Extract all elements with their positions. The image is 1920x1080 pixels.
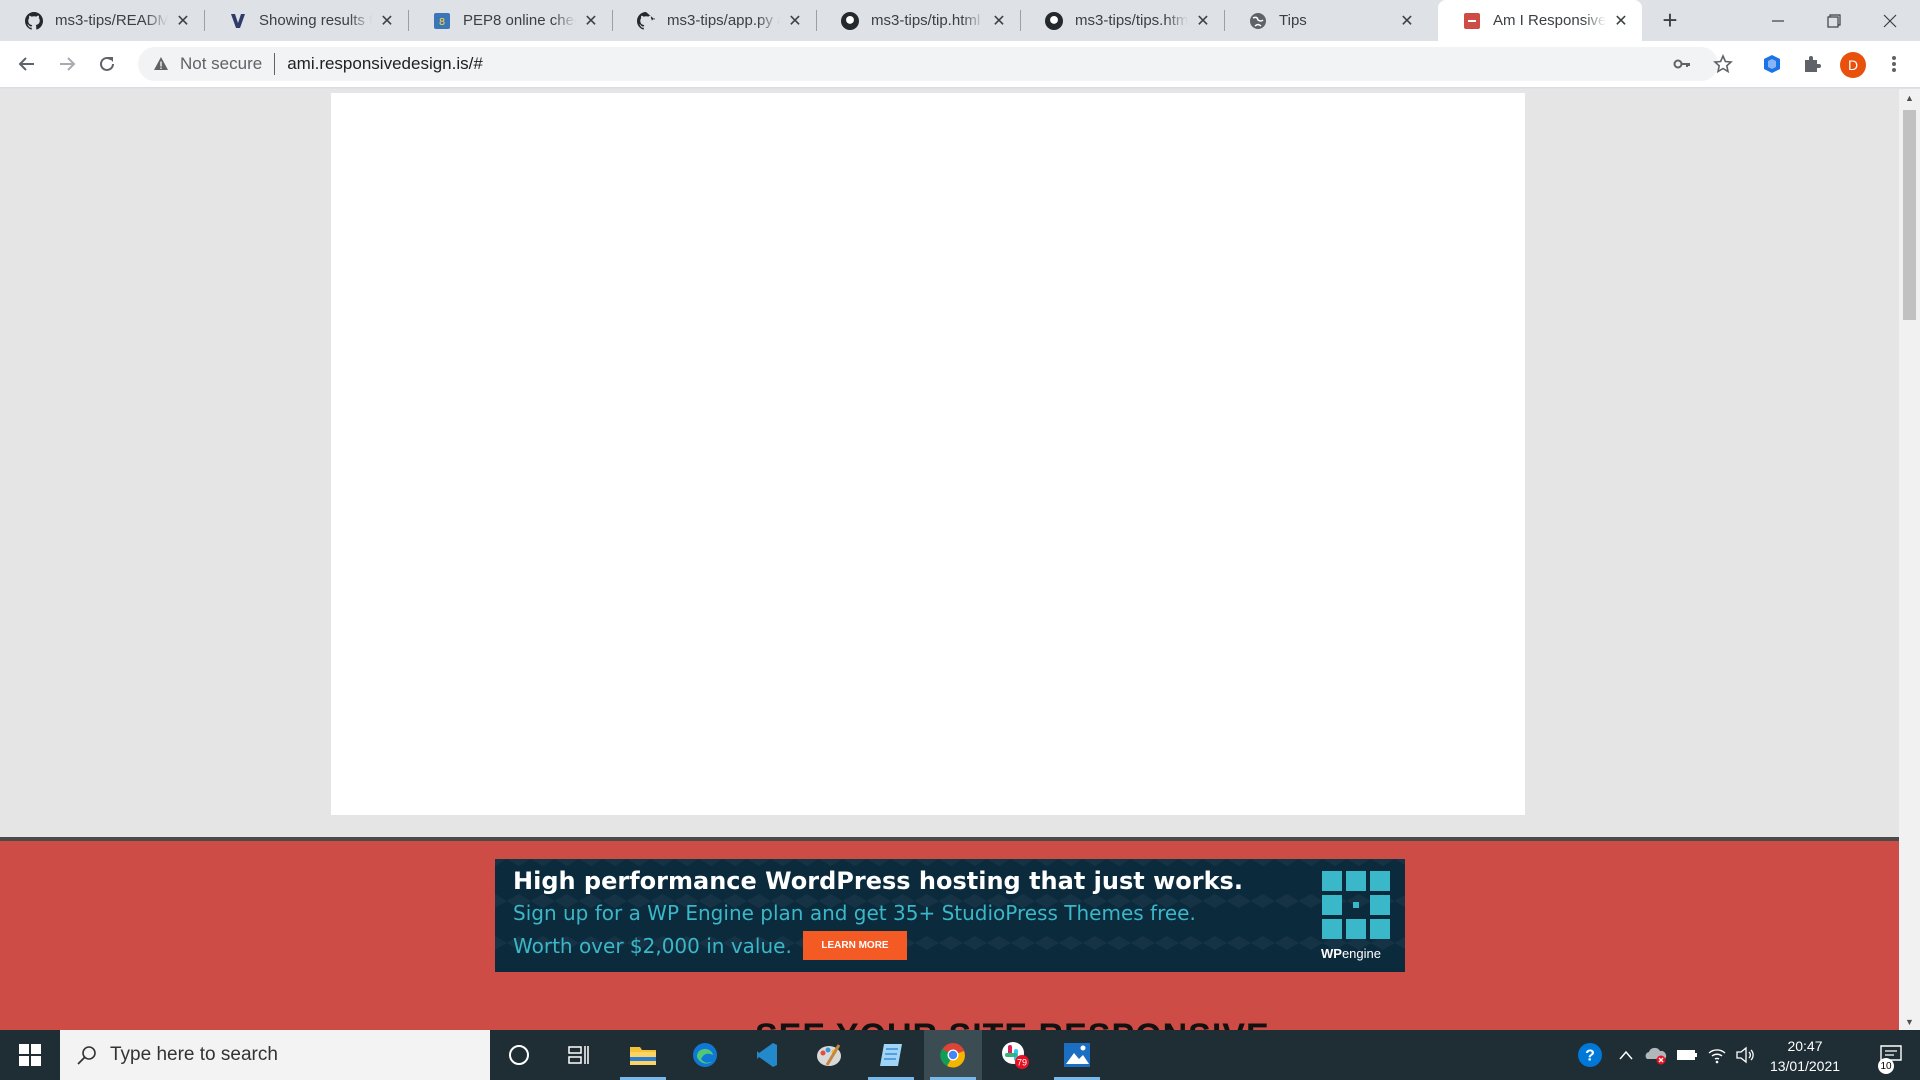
paint-icon[interactable]	[800, 1030, 858, 1080]
chevron-up-icon[interactable]	[1614, 1030, 1638, 1080]
address-bar[interactable]: Not secure ami.responsivedesign.is/#	[138, 47, 1718, 81]
battery-icon[interactable]	[1674, 1030, 1700, 1080]
vscode-icon[interactable]	[738, 1030, 796, 1080]
close-icon[interactable]: ✕	[990, 12, 1008, 30]
github-icon	[840, 11, 860, 31]
results-icon	[228, 11, 248, 31]
profile-avatar[interactable]: D	[1840, 52, 1866, 78]
restore-button[interactable]	[1806, 0, 1862, 41]
tab-title: Showing results fo	[259, 12, 372, 29]
start-button[interactable]	[0, 1030, 60, 1080]
close-window-button[interactable]	[1862, 0, 1918, 41]
onedrive-error-icon[interactable]	[1642, 1030, 1670, 1080]
tab[interactable]: ms3-tips/tip.html a ✕	[816, 0, 1020, 41]
logo-prefix: WP	[1321, 946, 1342, 961]
scrollbar[interactable]: ▲ ▼	[1899, 89, 1920, 1030]
back-button[interactable]	[11, 48, 43, 80]
tab-title: PEP8 online check	[463, 12, 576, 29]
extension-shield-icon[interactable]	[1756, 48, 1788, 80]
close-icon[interactable]: ✕	[786, 12, 804, 30]
star-icon[interactable]	[1707, 48, 1739, 80]
slack-badge: 79	[1017, 1058, 1027, 1068]
github-icon	[24, 11, 44, 31]
scroll-thumb[interactable]	[1903, 110, 1916, 320]
tab-title: ms3-tips/app.py at	[667, 12, 780, 29]
ad-headline: High performance WordPress hosting that …	[513, 867, 1243, 895]
close-icon[interactable]: ✕	[174, 12, 192, 30]
tab-title: ms3-tips/README	[55, 12, 168, 29]
close-icon[interactable]: ✕	[378, 12, 396, 30]
task-view-icon[interactable]	[550, 1030, 608, 1080]
tab[interactable]: ms3-tips/tips.html ✕	[1020, 0, 1224, 41]
clock-time: 20:47	[1787, 1038, 1823, 1054]
page-viewport: High performance WordPress hosting that …	[0, 89, 1920, 1030]
search-placeholder: Type here to search	[110, 1044, 278, 1065]
tab[interactable]: Showing results fo ✕	[204, 0, 408, 41]
key-icon[interactable]	[1666, 48, 1698, 80]
volume-icon[interactable]	[1732, 1030, 1758, 1080]
notification-count-badge: 10	[1878, 1058, 1894, 1074]
forward-button[interactable]	[51, 48, 83, 80]
new-tab-button[interactable]: +	[1656, 5, 1684, 35]
warning-icon[interactable]	[152, 55, 170, 73]
reload-button[interactable]	[91, 48, 123, 80]
address-divider	[274, 53, 276, 75]
wifi-icon[interactable]	[1704, 1030, 1730, 1080]
github-icon	[636, 11, 656, 31]
system-clock[interactable]: 20:47 13/01/2021	[1760, 1036, 1850, 1076]
github-icon	[1044, 11, 1064, 31]
close-icon[interactable]: ✕	[582, 12, 600, 30]
pep8-icon: 8	[432, 11, 452, 31]
slack-icon[interactable]: 79	[986, 1030, 1044, 1080]
logo-suffix: engine	[1341, 946, 1381, 961]
tab[interactable]: ms3-tips/app.py at ✕	[612, 0, 816, 41]
file-explorer-icon[interactable]	[614, 1030, 672, 1080]
windows-icon	[19, 1044, 41, 1066]
taskbar: Type here to search 79 ? 20:47 13/01/202…	[0, 1030, 1920, 1080]
search-icon	[76, 1044, 98, 1066]
tab-active[interactable]: Am I Responsive? ✕	[1438, 0, 1642, 41]
svg-text:?: ?	[1585, 1048, 1595, 1065]
close-icon[interactable]: ✕	[1612, 12, 1630, 30]
clock-date: 13/01/2021	[1769, 1058, 1841, 1074]
globe-icon	[1248, 11, 1268, 31]
preview-panel	[331, 93, 1525, 815]
tab-title: Am I Responsive?	[1493, 12, 1606, 29]
tab[interactable]: ms3-tips/README ✕	[0, 0, 204, 41]
section-heading: SEE YOUR SITE RESPONSIVE	[755, 1017, 1270, 1030]
tab[interactable]: 8 PEP8 online check ✕	[408, 0, 612, 41]
chrome-icon[interactable]	[924, 1030, 982, 1080]
svg-text:8: 8	[439, 17, 445, 28]
browser-toolbar: Not secure ami.responsivedesign.is/#	[0, 41, 1920, 88]
taskbar-search[interactable]: Type here to search	[60, 1030, 490, 1080]
minimize-button[interactable]	[1750, 0, 1806, 41]
edge-icon[interactable]	[676, 1030, 734, 1080]
notifications-icon[interactable]	[1862, 1030, 1920, 1080]
scroll-down-arrow[interactable]: ▼	[1899, 1013, 1920, 1030]
tab-title: ms3-tips/tip.html a	[871, 12, 984, 29]
tab-title: ms3-tips/tips.html	[1075, 12, 1188, 29]
ad-value-line: Worth over $2,000 in value.	[513, 934, 792, 958]
photos-icon[interactable]	[1048, 1030, 1106, 1080]
tab-title: Tips	[1279, 12, 1307, 29]
menu-icon[interactable]	[1878, 48, 1910, 80]
amiresponsive-icon	[1462, 11, 1482, 31]
ad-subline: Sign up for a WP Engine plan and get 35+…	[513, 901, 1196, 925]
tab-strip: ms3-tips/README ✕ Showing results fo ✕ 8…	[0, 0, 1920, 41]
security-label[interactable]: Not secure	[180, 54, 262, 74]
learn-more-button[interactable]: LEARN MORE	[803, 931, 907, 960]
close-icon[interactable]: ✕	[1398, 12, 1416, 30]
tab[interactable]: Tips ✕	[1224, 0, 1428, 41]
cortana-icon[interactable]	[490, 1030, 548, 1080]
extensions-puzzle-icon[interactable]	[1796, 48, 1828, 80]
scroll-up-arrow[interactable]: ▲	[1899, 89, 1920, 106]
ad-logo-text: WPengine	[1321, 946, 1381, 961]
url-text[interactable]: ami.responsivedesign.is/#	[287, 54, 483, 74]
notepad-icon[interactable]	[862, 1030, 920, 1080]
ad-banner[interactable]: High performance WordPress hosting that …	[495, 859, 1405, 972]
help-icon[interactable]: ?	[1574, 1030, 1606, 1080]
wpengine-logo-icon	[1322, 871, 1390, 939]
close-icon[interactable]: ✕	[1194, 12, 1212, 30]
